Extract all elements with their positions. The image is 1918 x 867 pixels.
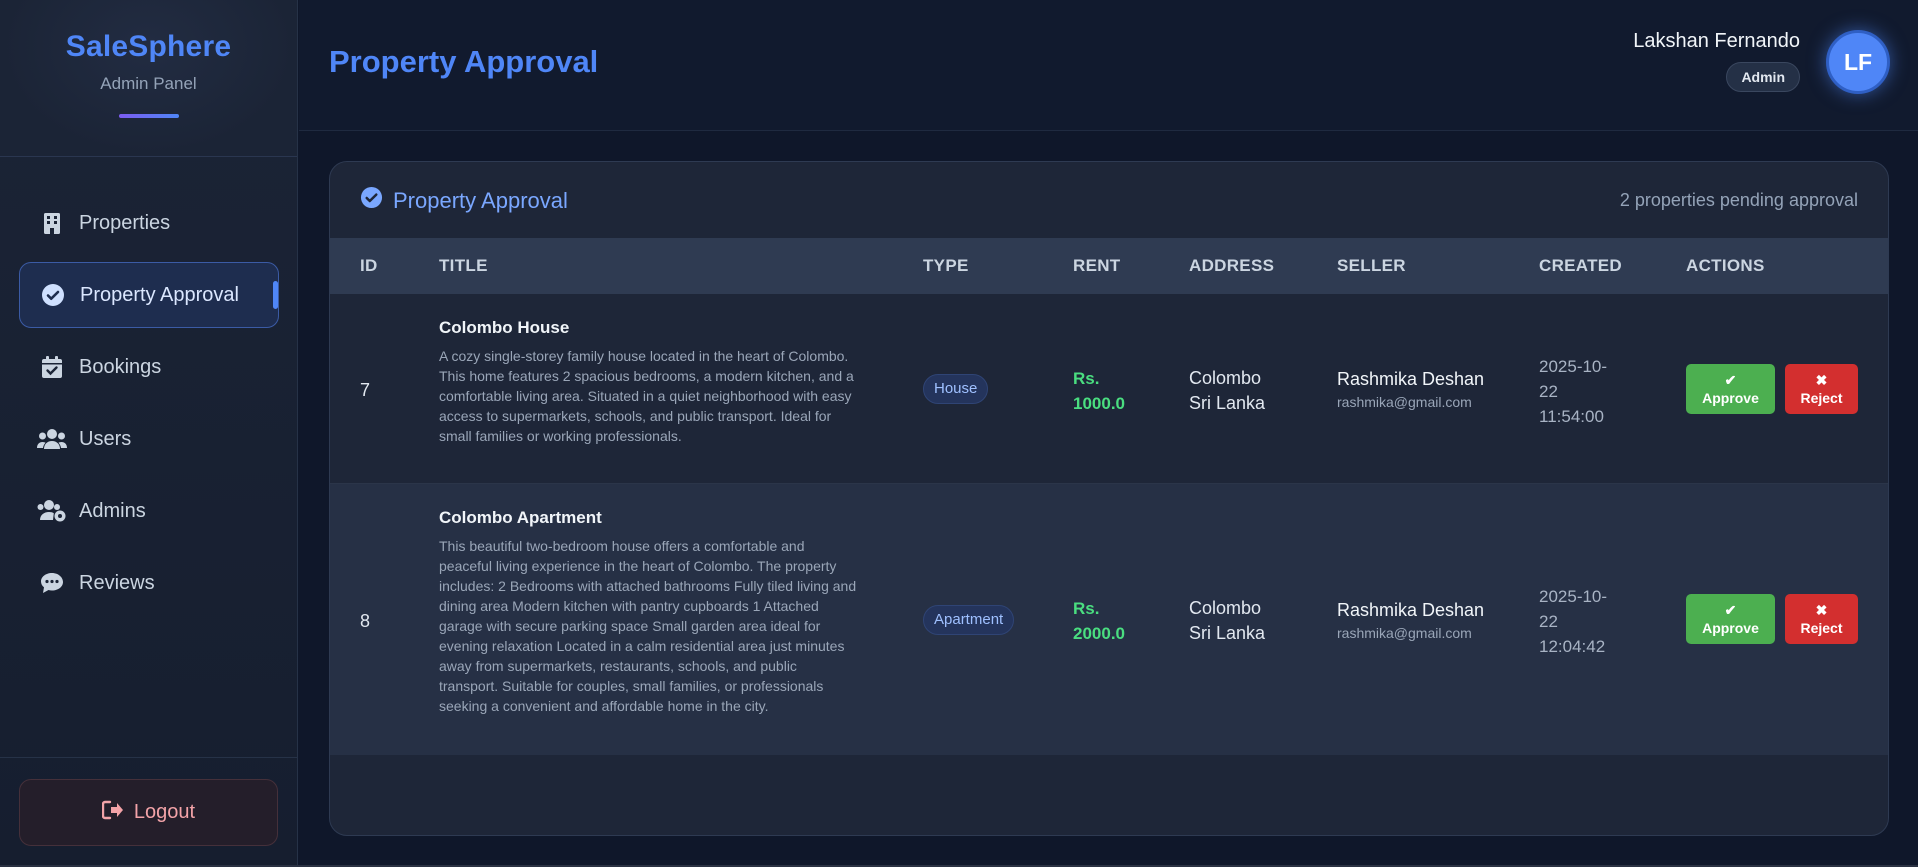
- page-title: Property Approval: [329, 44, 599, 79]
- close-icon: ✖: [1815, 372, 1828, 388]
- users-icon: [37, 425, 67, 453]
- logout-area: Logout: [0, 757, 298, 867]
- sidebar-item-admins[interactable]: Admins: [19, 478, 279, 544]
- brand-subtitle: Admin Panel: [100, 74, 197, 93]
- address-country: Sri Lanka: [1189, 393, 1266, 413]
- sidebar-item-label: Users: [79, 427, 132, 450]
- seller-info: Rashmika Deshan rashmika@gmail.com: [1337, 600, 1484, 641]
- property-rent: Rs. 1000.0: [1073, 366, 1125, 416]
- column-header-address: ADDRESS: [1189, 256, 1275, 275]
- reject-label: Reject: [1800, 390, 1843, 406]
- created-day-part: 22: [1539, 382, 1558, 401]
- created-date-part: 2025-10-: [1539, 357, 1608, 376]
- property-id: 7: [360, 380, 371, 400]
- property-address: Colombo Sri Lanka: [1189, 596, 1265, 646]
- property-description: This beautiful two-bedroom house offers …: [439, 538, 857, 714]
- sidebar-item-label: Bookings: [79, 355, 162, 378]
- column-header-title: TITLE: [439, 256, 488, 275]
- sidebar-item-users[interactable]: Users: [19, 406, 279, 472]
- sidebar-item-label: Admins: [79, 499, 146, 522]
- property-type-badge: Apartment: [923, 605, 1015, 635]
- property-id: 8: [360, 611, 371, 631]
- sign-out-icon: [101, 800, 124, 826]
- column-header-type: TYPE: [923, 256, 969, 275]
- column-header-id: ID: [360, 256, 378, 275]
- address-country: Sri Lanka: [1189, 623, 1266, 643]
- approve-label: Approve: [1702, 390, 1759, 406]
- reject-label: Reject: [1800, 620, 1843, 636]
- property-approval-card: Property Approval 2 properties pending a…: [329, 161, 1889, 836]
- seller-name: Rashmika Deshan: [1337, 369, 1485, 389]
- created-date: 2025-10- 22 12:04:42: [1539, 584, 1639, 659]
- sidebar-item-properties[interactable]: Properties: [19, 190, 279, 256]
- rent-currency: Rs.: [1073, 369, 1100, 388]
- check-icon: ✔: [1724, 372, 1737, 388]
- created-time-part: 12:04:42: [1539, 637, 1606, 656]
- card-title: Property Approval: [360, 186, 568, 215]
- column-header-actions: ACTIONS: [1686, 256, 1765, 275]
- property-description: A cozy single-storey family house locate…: [439, 348, 854, 444]
- sidebar-nav: Properties Property Approval Bookings Us…: [0, 190, 298, 622]
- pending-count: 2 properties pending approval: [1619, 190, 1858, 210]
- logout-label: Logout: [133, 801, 196, 823]
- property-title-cell: Colombo House A cozy single-storey famil…: [439, 318, 859, 446]
- approve-label: Approve: [1702, 620, 1759, 636]
- sidebar-item-label: Properties: [79, 211, 171, 234]
- created-date-part: 2025-10-: [1539, 587, 1608, 606]
- close-icon: ✖: [1815, 602, 1828, 618]
- logout-button[interactable]: Logout: [19, 779, 278, 846]
- property-address: Colombo Sri Lanka: [1189, 366, 1265, 416]
- table-row: 7 Colombo House A cozy single-storey fam…: [330, 294, 1888, 484]
- building-icon: [37, 209, 67, 237]
- check-icon: ✔: [1724, 602, 1737, 618]
- approve-button[interactable]: ✔ Approve: [1686, 594, 1775, 644]
- sidebar-item-reviews[interactable]: Reviews: [19, 550, 279, 616]
- approve-button[interactable]: ✔ Approve: [1686, 364, 1775, 414]
- check-circle-icon: [360, 186, 383, 215]
- brand-accent-bar: [118, 114, 179, 118]
- sidebar-item-bookings[interactable]: Bookings: [19, 334, 279, 400]
- rent-currency: Rs.: [1073, 599, 1100, 618]
- rent-amount: 2000.0: [1073, 624, 1125, 643]
- card-header: Property Approval 2 properties pending a…: [330, 162, 1888, 238]
- avatar[interactable]: LF: [1826, 30, 1890, 94]
- seller-email: rashmika@gmail.com: [1337, 394, 1472, 410]
- sidebar: SaleSphere Admin Panel Properties Proper…: [0, 0, 298, 867]
- property-title: Colombo House: [439, 318, 570, 337]
- address-city: Colombo: [1189, 368, 1262, 388]
- property-title-cell: Colombo Apartment This beautiful two-bed…: [439, 508, 859, 716]
- table-header: ID TITLE TYPE RENT ADDRESS SELLER CREATE…: [330, 238, 1888, 294]
- property-title: Colombo Apartment: [439, 508, 602, 527]
- check-circle-icon: [38, 281, 68, 309]
- card-title-text: Property Approval: [393, 187, 568, 213]
- column-header-seller: SELLER: [1337, 256, 1406, 275]
- seller-email: rashmika@gmail.com: [1337, 625, 1472, 641]
- calendar-check-icon: [37, 353, 67, 381]
- seller-name: Rashmika Deshan: [1337, 600, 1485, 620]
- seller-info: Rashmika Deshan rashmika@gmail.com: [1337, 369, 1484, 410]
- created-date: 2025-10- 22 11:54:00: [1539, 354, 1639, 429]
- sidebar-item-label: Property Approval: [80, 283, 239, 306]
- property-rent: Rs. 2000.0: [1073, 596, 1125, 646]
- column-header-rent: RENT: [1073, 256, 1121, 275]
- table-row: 8 Colombo Apartment This beautiful two-b…: [330, 484, 1888, 755]
- sidebar-item-property-approval[interactable]: Property Approval: [19, 262, 279, 328]
- reject-button[interactable]: ✖ Reject: [1785, 364, 1858, 414]
- user-name: Lakshan Fernando: [1633, 30, 1800, 52]
- sidebar-item-label: Reviews: [79, 571, 155, 594]
- brand-name: SaleSphere: [65, 30, 232, 63]
- created-day-part: 22: [1539, 612, 1558, 631]
- brand: SaleSphere Admin Panel: [0, 0, 297, 157]
- column-header-created: CREATED: [1539, 256, 1623, 275]
- reject-button[interactable]: ✖ Reject: [1785, 594, 1858, 644]
- property-type-badge: House: [923, 374, 989, 404]
- created-time-part: 11:54:00: [1539, 407, 1604, 426]
- comment-dots-icon: [37, 569, 67, 597]
- address-city: Colombo: [1189, 598, 1262, 618]
- users-cog-icon: [37, 497, 67, 525]
- top-header: Property Approval Lakshan Fernando Admin…: [299, 0, 1918, 131]
- rent-amount: 1000.0: [1073, 394, 1125, 413]
- user-role-badge: Admin: [1726, 62, 1800, 92]
